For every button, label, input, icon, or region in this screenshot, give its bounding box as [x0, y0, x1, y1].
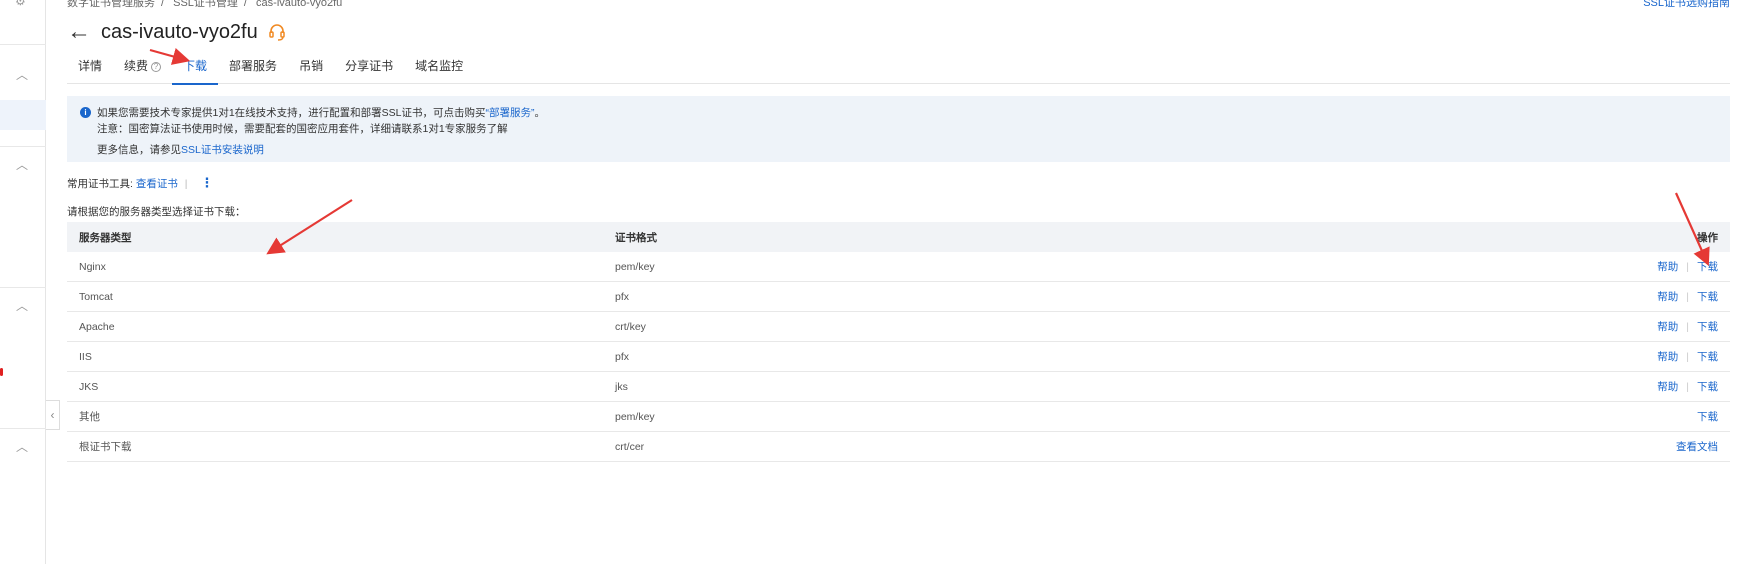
rail-divider — [0, 146, 46, 147]
cell-actions: 查看文档 — [1530, 439, 1730, 454]
chevron-up-icon[interactable]: ︿ — [15, 158, 29, 172]
cell-actions: 帮助 | 下载 — [1530, 349, 1730, 364]
download-hint: 请根据您的服务器类型选择证书下载： — [67, 206, 246, 218]
help-link[interactable]: 帮助 — [1657, 381, 1678, 393]
chevron-up-icon[interactable]: ︿ — [15, 68, 29, 82]
cell-format: pfx — [615, 350, 630, 363]
help-link[interactable]: 帮助 — [1657, 351, 1678, 363]
guide-link[interactable]: SSL证书选购指南 — [1643, 0, 1730, 10]
tab-share-certificate[interactable]: 分享证书 — [334, 58, 404, 84]
cell-format: pfx — [615, 290, 630, 303]
notice-line: 如果您需要技术专家提供1对1在线技术支持，进行配置和部署SSL证书，可点击购买“… — [97, 107, 546, 119]
cell-actions: 帮助 | 下载 — [1530, 319, 1730, 334]
cell-server-type: JKS — [79, 380, 99, 393]
help-link[interactable]: 帮助 — [1657, 321, 1678, 333]
download-link[interactable]: 下载 — [1697, 321, 1718, 333]
table-row: Tomcat pfx 帮助 | 下载 — [67, 282, 1730, 312]
download-link[interactable]: 下载 — [1697, 261, 1718, 273]
tab-deploy-service[interactable]: 部署服务 — [218, 58, 288, 84]
cell-server-type: 根证书下载 — [79, 441, 132, 453]
action-separator: | — [1686, 351, 1689, 363]
tab-domain-monitor[interactable]: 域名监控 — [404, 58, 474, 84]
download-link[interactable]: 下载 — [1697, 351, 1718, 363]
help-icon[interactable]: ? — [151, 62, 162, 72]
cell-server-type: Nginx — [79, 260, 106, 273]
cell-format: crt/cer — [615, 440, 645, 453]
cell-format: jks — [615, 380, 628, 393]
back-arrow-icon[interactable]: ← — [67, 18, 91, 46]
table-row: JKS jks 帮助 | 下载 — [67, 372, 1730, 402]
cell-server-type: Tomcat — [79, 290, 113, 303]
cell-actions: 帮助 | 下载 — [1530, 259, 1730, 274]
tab-renew[interactable]: 续费? — [113, 58, 172, 84]
chevron-up-icon[interactable]: ︿ — [15, 440, 29, 454]
breadcrumb-item: cas-ivauto-vyo2fu — [256, 0, 343, 9]
download-table: 服务器类型 证书格式 操作 Nginx pem/key 帮助 | 下载 Tomcat pfx… — [67, 222, 1730, 462]
download-link[interactable]: 下载 — [1697, 411, 1718, 423]
column-header-action: 操作 — [1697, 231, 1718, 244]
collapse-sidebar-button[interactable]: ‹ — [46, 400, 60, 430]
cell-actions: 帮助 | 下载 — [1530, 289, 1730, 304]
breadcrumb-item[interactable]: 数字证书管理服务 — [67, 0, 155, 9]
gear-icon[interactable]: ⚙ — [15, 0, 29, 8]
ssl-install-guide-link[interactable]: SSL证书安装说明 — [181, 144, 264, 156]
table-row: 根证书下载 crt/cer 查看文档 — [67, 432, 1730, 462]
more-vertical-icon[interactable]: ⋮ — [200, 175, 213, 190]
rail-divider — [0, 44, 46, 45]
view-docs-link[interactable]: 查看文档 — [1676, 441, 1718, 453]
tab-download[interactable]: 下载 — [172, 58, 219, 85]
rail-selected-item[interactable] — [0, 100, 46, 130]
page-title: cas-ivauto-vyo2fu — [101, 20, 258, 43]
table-header: 服务器类型 证书格式 操作 — [67, 222, 1730, 252]
cell-server-type: Apache — [79, 320, 115, 333]
table-row: Nginx pem/key 帮助 | 下载 — [67, 252, 1730, 282]
left-nav-rail: ⚙ ︿ ︿ ︿ ︿ — [0, 0, 46, 564]
view-certificate-link[interactable]: 查看证书 — [136, 178, 178, 190]
table-row: Apache crt/key 帮助 | 下载 — [67, 312, 1730, 342]
column-header-server-type: 服务器类型 — [79, 231, 132, 244]
cell-server-type: 其他 — [79, 411, 100, 423]
table-row: 其他 pem/key 下载 — [67, 402, 1730, 432]
cell-actions: 帮助 | 下载 — [1530, 379, 1730, 394]
download-link[interactable]: 下载 — [1697, 291, 1718, 303]
page-header: ← cas-ivauto-vyo2fu — [67, 18, 286, 46]
tab-details[interactable]: 详情 — [67, 58, 113, 84]
tab-revoke[interactable]: 吊销 — [288, 58, 334, 84]
action-separator: | — [1686, 381, 1689, 393]
notice-line: 注意：国密算法证书使用时候，需要配套的国密应用套件，详细请联系1对1专家服务了解 — [97, 123, 508, 135]
breadcrumb-item[interactable]: SSL证书管理 — [173, 0, 238, 9]
rail-divider — [0, 428, 46, 429]
chevron-up-icon[interactable]: ︿ — [15, 299, 29, 313]
tab-bar: 详情 续费? 下载 部署服务 吊销 分享证书 域名监控 — [67, 58, 1730, 85]
cell-actions: 下载 — [1530, 409, 1730, 424]
cert-tools: 常用证书工具: 查看证书 | ⋮ — [67, 175, 214, 190]
cell-format: crt/key — [615, 320, 646, 333]
action-separator: | — [1686, 261, 1689, 273]
help-link[interactable]: 帮助 — [1657, 291, 1678, 303]
action-separator: | — [1686, 291, 1689, 303]
column-header-format: 证书格式 — [615, 231, 657, 244]
breadcrumb: 数字证书管理服务 / SSL证书管理 / cas-ivauto-vyo2fu — [67, 0, 348, 10]
help-link[interactable]: 帮助 — [1657, 261, 1678, 273]
rail-divider — [0, 287, 46, 288]
download-link[interactable]: 下载 — [1697, 381, 1718, 393]
table-row: IIS pfx 帮助 | 下载 — [67, 342, 1730, 372]
headset-support-icon[interactable] — [268, 23, 286, 41]
deploy-service-link[interactable]: “部署服务” — [486, 107, 535, 119]
info-icon: i — [80, 107, 91, 118]
info-notice: i 如果您需要技术专家提供1对1在线技术支持，进行配置和部署SSL证书，可点击购… — [67, 96, 1730, 162]
cell-server-type: IIS — [79, 350, 92, 363]
action-separator: | — [1686, 321, 1689, 333]
cell-format: pem/key — [615, 260, 655, 273]
cell-format: pem/key — [615, 410, 655, 423]
rail-marker — [0, 368, 3, 376]
notice-more-info: 更多信息，请参见SSL证书安装说明 — [97, 144, 264, 156]
